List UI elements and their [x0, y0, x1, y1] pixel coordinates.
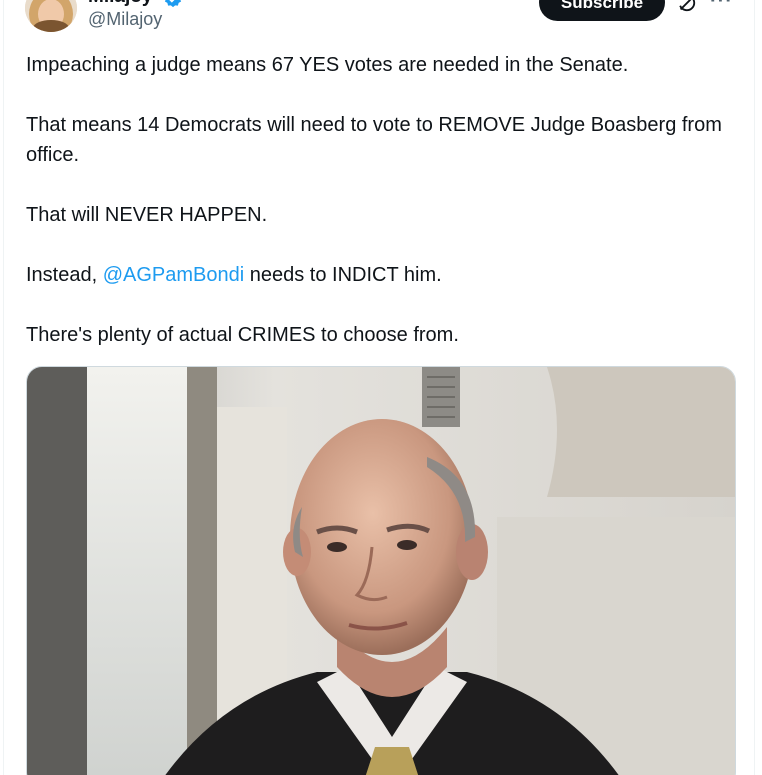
- grok-icon[interactable]: [676, 0, 698, 14]
- tweet-paragraph-4: Instead, @AGPamBondi needs to INDICT him…: [26, 260, 736, 290]
- tweet-paragraph-2: That means 14 Democrats will need to vot…: [26, 114, 722, 166]
- mention-link[interactable]: @AGPamBondi: [103, 264, 244, 286]
- tweet-text-segment: Instead,: [26, 264, 103, 286]
- tweet-photo[interactable]: [26, 366, 736, 775]
- tweet-paragraph-3: That will NEVER HAPPEN.: [26, 204, 268, 226]
- tweet-paragraph-1: Impeaching a judge means 67 YES votes ar…: [26, 54, 629, 76]
- avatar[interactable]: [25, 0, 77, 32]
- tweet-card: Milajoy @Milajoy Subscribe ··· Impeachin…: [3, 0, 755, 775]
- verified-badge-icon: [164, 0, 182, 8]
- avatar-image: [25, 0, 77, 32]
- tweet-text-segment: needs to INDICT him.: [244, 264, 442, 286]
- subscribe-button[interactable]: Subscribe: [539, 0, 665, 21]
- display-name[interactable]: Milajoy: [88, 0, 152, 8]
- more-icon[interactable]: ···: [710, 0, 733, 13]
- photo-image: [27, 367, 735, 775]
- tweet-paragraph-5: There's plenty of actual CRIMES to choos…: [26, 324, 459, 346]
- tweet-text: Impeaching a judge means 67 YES votes ar…: [26, 50, 736, 380]
- author-handle[interactable]: @Milajoy: [88, 9, 162, 30]
